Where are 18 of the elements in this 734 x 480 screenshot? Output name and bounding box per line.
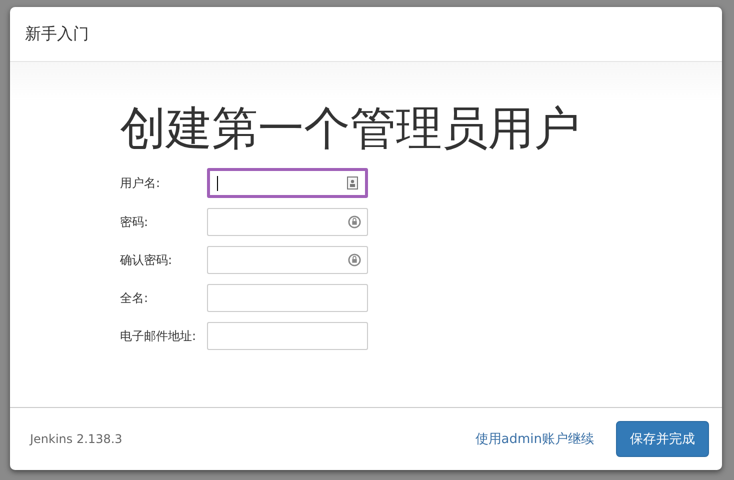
input-field[interactable] [207, 246, 368, 274]
field-label: 用户名: [120, 174, 162, 192]
password-manager-icon[interactable] [348, 215, 361, 229]
save-and-finish-button[interactable]: 保存并完成 [616, 421, 709, 457]
password-manager-icon[interactable] [348, 253, 361, 267]
contact-card-icon[interactable] [346, 176, 359, 190]
field-label: 电子邮件地址: [120, 328, 198, 344]
dialog-title: 新手入门 [25, 24, 89, 44]
input-field[interactable] [207, 168, 368, 198]
input-field[interactable] [207, 322, 368, 350]
continue-as-admin-link[interactable]: 使用admin账户继续 [475, 430, 594, 448]
field-label: 全名: [120, 290, 150, 306]
input-field[interactable] [207, 284, 368, 312]
version-text: Jenkins 2.138.3 [30, 432, 124, 446]
page-heading: 创建第一个管理员用户 [120, 100, 581, 156]
field-label: 确认密码: [120, 252, 174, 268]
field-label: 密码: [120, 214, 150, 230]
input-field[interactable] [207, 208, 368, 236]
